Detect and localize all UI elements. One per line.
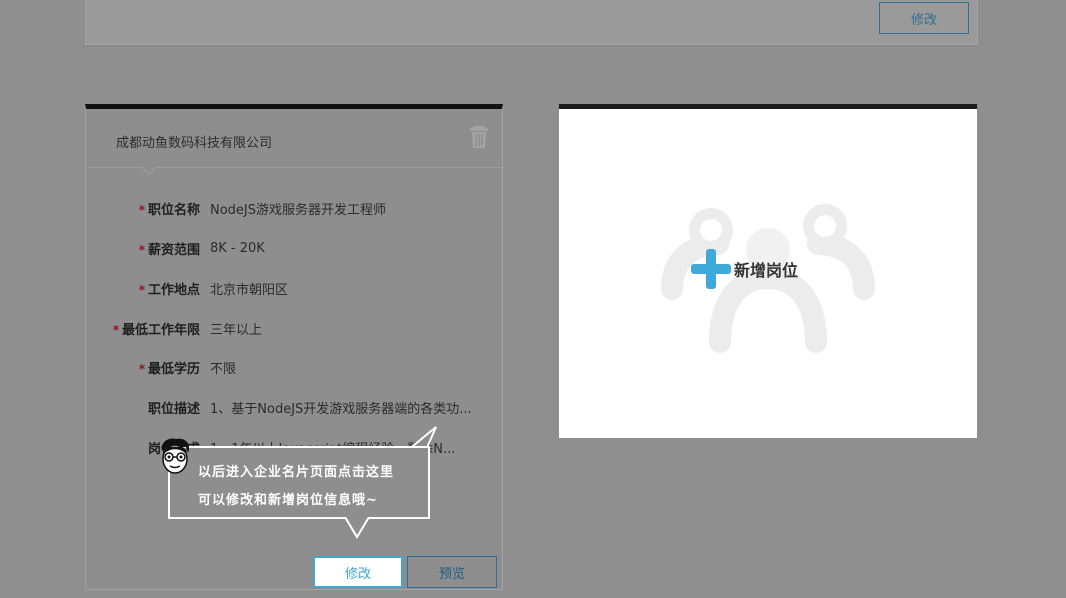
header-notch	[141, 160, 157, 176]
required-mark: *	[112, 322, 119, 337]
bubble-tail	[345, 517, 369, 539]
required-mark: *	[138, 361, 145, 376]
field-row: * 工作地点 北京市朝阳区	[86, 278, 288, 298]
top-edit-button[interactable]: 修改	[879, 2, 969, 34]
mascot-face-icon	[161, 438, 190, 474]
field-value: 北京市朝阳区	[210, 282, 289, 298]
field-row: * 最低工作年限 三年以上	[86, 318, 262, 338]
field-label: 最低工作年限	[121, 322, 200, 338]
field-value: 不限	[210, 361, 237, 377]
tip-bubble: 以后进入企业名片页面点击这里 可以修改和新增岗位信息哦~	[168, 446, 430, 519]
preview-button[interactable]: 预览	[407, 556, 497, 588]
field-row: 职位描述 1、基于NodeJS开发游戏服务器端的各类功...	[86, 397, 472, 417]
field-value: NodeJS游戏服务器开发工程师	[210, 202, 387, 218]
edit-button[interactable]: 修改	[313, 556, 403, 588]
field-label: 薪资范围	[147, 242, 200, 258]
required-mark: *	[138, 282, 145, 297]
tip-line-1: 以后进入企业名片页面点击这里	[198, 465, 395, 480]
job-card-header: 成都动鱼数码科技有限公司	[86, 109, 502, 176]
field-label: 职位名称	[147, 202, 200, 218]
add-position-button[interactable]: 新增岗位	[691, 249, 798, 289]
tip-line-2: 可以修改和新增岗位信息哦~	[198, 493, 378, 508]
company-name: 成都动鱼数码科技有限公司	[116, 136, 273, 151]
field-value: 1、基于NodeJS开发游戏服务器端的各类功...	[210, 401, 472, 417]
plus-icon	[691, 249, 731, 289]
required-mark: *	[138, 242, 145, 257]
field-row: * 薪资范围 8K - 20K	[86, 238, 265, 258]
field-value: 三年以上	[210, 322, 263, 338]
add-position-label: 新增岗位	[734, 261, 799, 280]
required-mark: *	[138, 202, 145, 217]
trash-icon[interactable]	[470, 125, 488, 149]
field-label: 工作地点	[147, 282, 200, 298]
add-position-card[interactable]: 新增岗位	[559, 104, 977, 438]
field-label: 职位描述	[147, 401, 200, 417]
field-value: 8K - 20K	[210, 240, 265, 256]
company-card-top: 修改	[85, 0, 978, 45]
field-row: * 最低学历 不限	[86, 357, 236, 377]
field-row: * 职位名称 NodeJS游戏服务器开发工程师	[86, 198, 386, 218]
field-label: 最低学历	[147, 361, 200, 377]
